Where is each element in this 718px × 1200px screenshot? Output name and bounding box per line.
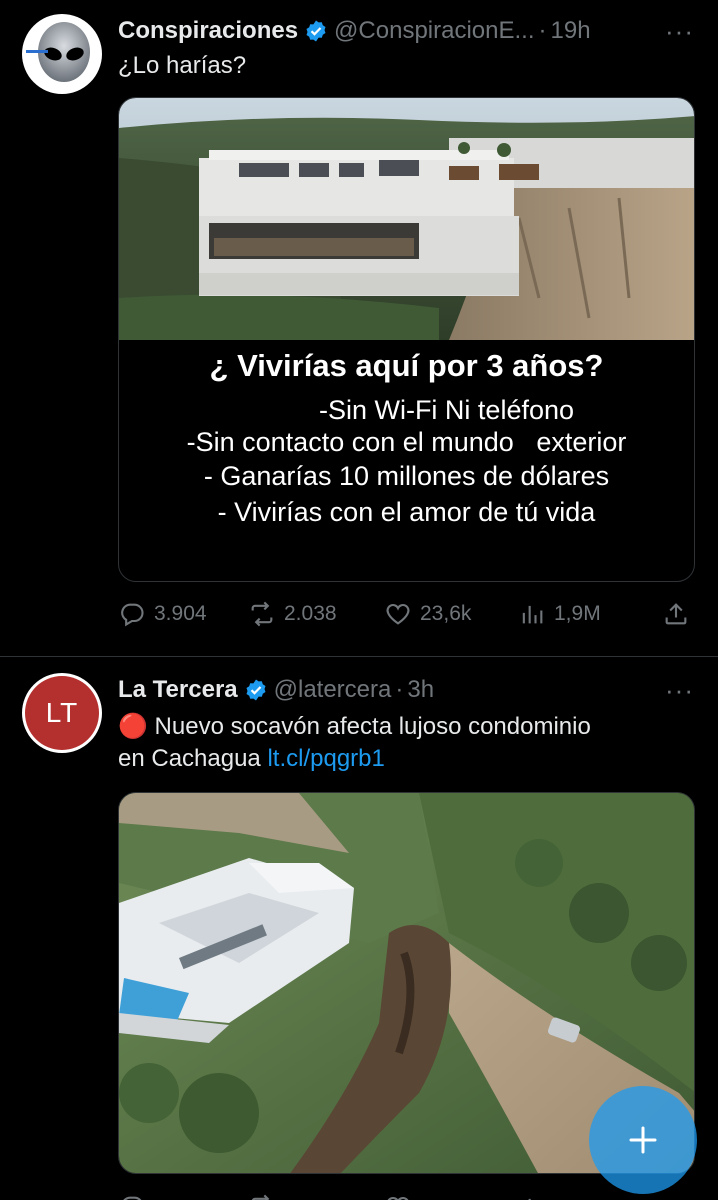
separator-dot: · — [538, 17, 547, 44]
tweet-link[interactable]: lt.cl/pqgrb1 — [267, 745, 384, 772]
plus-icon — [629, 1126, 657, 1154]
more-options-icon[interactable]: ··· — [665, 14, 694, 48]
tweet-conspiraciones[interactable]: Conspiraciones @ConspiracionE... · 19h ·… — [0, 0, 718, 655]
cliff-house-photo — [119, 98, 694, 340]
tweet-image-house-cliff[interactable]: ¿ Vivirías aquí por 3 años? -Sin Wi-Fi N… — [118, 97, 695, 582]
red-circle-emoji: 🔴 — [118, 713, 148, 740]
views-chart-icon — [528, 1198, 531, 1200]
timestamp[interactable]: 19h — [551, 14, 591, 48]
reply-button[interactable] — [118, 1193, 146, 1200]
like-count: 23,6k — [420, 602, 472, 625]
heart-icon — [387, 1196, 409, 1200]
tweet-header: La Tercera @latercera · 3h ··· — [118, 673, 694, 707]
views-button[interactable] — [518, 1193, 546, 1200]
timestamp[interactable]: 3h — [407, 673, 434, 707]
like-button[interactable] — [384, 1193, 412, 1200]
reply-button[interactable]: 3.904 — [118, 600, 207, 628]
repost-count: 2.038 — [284, 602, 337, 625]
tweet-text: ¿Lo harías? — [118, 52, 247, 79]
repost-button[interactable]: 2.038 — [248, 600, 337, 628]
verified-badge-icon — [304, 19, 328, 43]
la-tercera-avatar[interactable]: LT — [22, 673, 102, 753]
image-caption-line2: -Sin contacto con el mundo exterior — [186, 427, 627, 457]
views-chart-icon — [522, 605, 543, 624]
repost-button[interactable] — [248, 1193, 276, 1200]
heart-icon — [386, 603, 410, 625]
like-button[interactable]: 23,6k — [384, 600, 471, 628]
tweet-text: 🔴 Nuevo socavón afecta lujoso condominio… — [118, 711, 694, 775]
image-caption-title: ¿ Vivirías aquí por 3 años? — [209, 348, 604, 383]
tweet-text-part2: en Cachagua — [118, 745, 268, 772]
reply-icon — [123, 1196, 142, 1200]
author-name[interactable]: Conspiraciones — [118, 14, 298, 48]
compose-fab-button[interactable] — [589, 1086, 697, 1194]
views-button[interactable]: 1,9M — [518, 600, 601, 628]
tweet-header: Conspiraciones @ConspiracionE... · 19h ·… — [118, 14, 694, 48]
share-button[interactable] — [662, 600, 690, 628]
author-name[interactable]: La Tercera — [118, 673, 238, 707]
tweet-actions-partial — [118, 1187, 696, 1200]
reply-icon — [121, 603, 144, 627]
alien-avatar[interactable] — [22, 14, 102, 94]
image-caption-line3: - Ganarías 10 millones de dólares — [203, 461, 610, 491]
more-options-icon[interactable]: ··· — [665, 673, 694, 707]
tweet-text-part1: Nuevo socavón afecta lujoso condominio — [147, 713, 591, 740]
author-handle[interactable]: @latercera — [274, 673, 392, 707]
reply-count: 3.904 — [154, 602, 207, 625]
share-icon — [665, 603, 687, 625]
views-count: 1,9M — [554, 602, 601, 625]
tweet-actions: 3.904 2.038 23,6k 1,9M — [118, 594, 696, 634]
image-caption-line4: - Vivirías con el amor de tú vida — [217, 497, 596, 527]
image-caption-line1: -Sin Wi-Fi Ni teléfono — [318, 395, 575, 425]
verified-badge-icon — [244, 678, 268, 702]
repost-icon — [251, 601, 273, 627]
repost-icon — [251, 1194, 270, 1200]
separator-dot: · — [395, 676, 404, 703]
author-handle[interactable]: @ConspiracionE... — [334, 14, 534, 48]
lt-logo: LT — [25, 676, 99, 750]
